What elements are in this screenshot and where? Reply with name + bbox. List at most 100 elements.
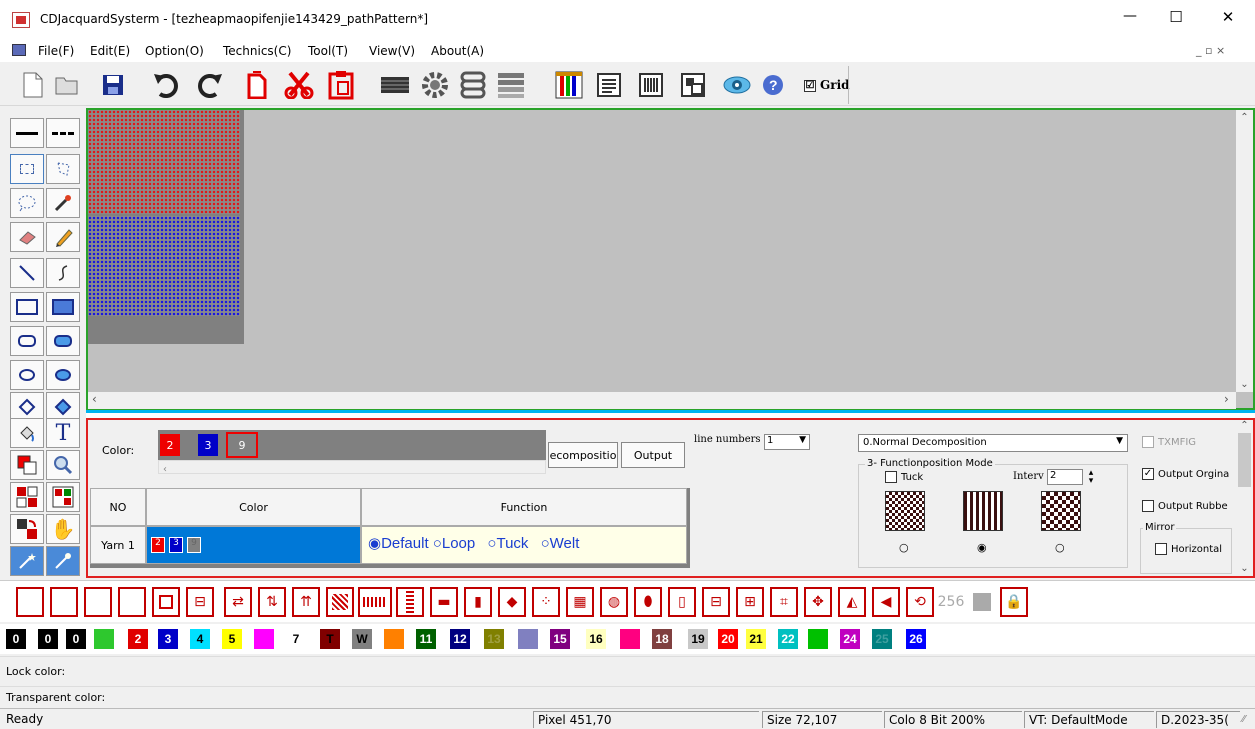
mirror-v-op-icon[interactable]: ◭: [838, 587, 866, 617]
palette-color-swatch[interactable]: 20: [718, 629, 738, 649]
palette-color-swatch[interactable]: 11: [416, 629, 436, 649]
menu-item-option[interactable]: Option(O): [145, 44, 204, 58]
scatter-op-icon[interactable]: ⁘: [532, 587, 560, 617]
solid-line-tool-icon[interactable]: [10, 118, 44, 148]
palette-color-swatch[interactable]: 10: [384, 629, 404, 649]
canvas-vertical-scrollbar[interactable]: ⌃ ⌄: [1236, 110, 1253, 392]
mdi-controls[interactable]: _ ▫ ×: [1196, 44, 1225, 57]
palette-color-swatch[interactable]: 25: [872, 629, 892, 649]
pattern-canvas[interactable]: [88, 110, 244, 344]
grid-checkbox[interactable]: ☑ Grid: [804, 78, 850, 92]
yarn-row-color[interactable]: 2 3 9: [146, 526, 361, 564]
palette-color-swatch[interactable]: 0: [6, 629, 26, 649]
decomposition-mode-select[interactable]: 0.Normal Decomposition ▼: [858, 434, 1128, 452]
eraser-tool-icon[interactable]: [10, 222, 44, 252]
radio-empty-icon[interactable]: ○: [1055, 541, 1065, 554]
save-icon[interactable]: [96, 68, 130, 102]
color-chip[interactable]: 3: [198, 434, 218, 456]
palette-color-swatch[interactable]: 0: [38, 629, 58, 649]
palette-color-swatch[interactable]: 0: [66, 629, 86, 649]
crop-op-icon[interactable]: ⌗: [770, 587, 798, 617]
lock-op-icon[interactable]: 🔒: [1000, 587, 1028, 617]
palette-color-swatch[interactable]: 1: [94, 629, 114, 649]
chain-icon[interactable]: [456, 68, 490, 102]
zoom-magnifier-icon[interactable]: [46, 450, 80, 480]
small-rect-op-icon[interactable]: ▦: [566, 587, 594, 617]
pattern-fill-icon[interactable]: [378, 68, 412, 102]
palette-color-swatch[interactable]: W: [352, 629, 372, 649]
ellipse-op-icon[interactable]: ⬮: [634, 587, 662, 617]
rect-outline-op-icon[interactable]: [118, 587, 146, 617]
stack-layers-icon[interactable]: [968, 587, 996, 617]
palette-color-swatch[interactable]: 23: [808, 629, 828, 649]
panel-splitter[interactable]: [86, 410, 1255, 418]
radio-tuck[interactable]: ○Tuck: [487, 535, 528, 552]
arrow-left-op-icon[interactable]: ◀: [872, 587, 900, 617]
color-chip-selected[interactable]: 9: [226, 432, 258, 458]
palette-color-swatch[interactable]: 5: [222, 629, 242, 649]
hand-pan-tool-icon[interactable]: ✋: [46, 514, 80, 544]
barcode-icon[interactable]: [634, 68, 668, 102]
scroll-right-icon[interactable]: ›: [1224, 392, 1229, 406]
rect-inner-op-icon[interactable]: [152, 587, 180, 617]
color-chip[interactable]: 2: [160, 434, 180, 456]
horizontal-line-op-icon[interactable]: ▬: [430, 587, 458, 617]
palette-color-swatch[interactable]: 24: [840, 629, 860, 649]
interval-input[interactable]: 2: [1047, 469, 1083, 485]
palette-color-swatch[interactable]: 19: [688, 629, 708, 649]
panel-vertical-scrollbar[interactable]: ⌃ ⌄: [1236, 420, 1253, 576]
rect-select-tool-icon[interactable]: [10, 154, 44, 184]
stripes-icon[interactable]: [494, 68, 528, 102]
menu-item-about[interactable]: About(A): [431, 44, 484, 58]
text-tool-icon[interactable]: T: [46, 418, 80, 448]
palette-color-swatch[interactable]: 15: [550, 629, 570, 649]
diamond-op-icon[interactable]: ◆: [498, 587, 526, 617]
help-icon[interactable]: ?: [756, 68, 790, 102]
palette-color-swatch[interactable]: 18: [652, 629, 672, 649]
dashed-line-tool-icon[interactable]: [46, 118, 80, 148]
palette-color-swatch[interactable]: 3: [158, 629, 178, 649]
redo-icon[interactable]: [192, 68, 226, 102]
pattern-canvas-area[interactable]: ⌃ ⌄ ‹ ›: [86, 108, 1255, 410]
palette-color-swatch[interactable]: 16: [586, 629, 606, 649]
split-frame-op-icon[interactable]: ⊟: [702, 587, 730, 617]
circle-op-icon[interactable]: ◍: [600, 587, 628, 617]
palette-color-swatch[interactable]: T: [320, 629, 340, 649]
cross-frame-op-icon[interactable]: ⊞: [736, 587, 764, 617]
eye-preview-icon[interactable]: [720, 68, 754, 102]
scroll-thumb[interactable]: [1238, 433, 1251, 487]
open-folder-icon[interactable]: [50, 68, 84, 102]
loom-colors-icon[interactable]: [552, 68, 586, 102]
line-numbers-select[interactable]: 1 ▼: [764, 434, 810, 450]
rounded-rect-filled-tool-icon[interactable]: [46, 326, 80, 356]
fill-bucket-tool-icon[interactable]: [10, 418, 44, 448]
palette-color-swatch[interactable]: 6: [254, 629, 274, 649]
chip-strip-scrollbar[interactable]: ‹: [158, 460, 546, 475]
flip-h-op-icon[interactable]: ⇄: [224, 587, 252, 617]
pattern-transform-tool-icon[interactable]: [10, 482, 44, 512]
scroll-left-icon[interactable]: ‹: [163, 464, 167, 475]
menu-item-edit[interactable]: Edit(E): [90, 44, 130, 58]
pencil-tool-icon[interactable]: [46, 222, 80, 252]
palette-color-swatch[interactable]: 2: [128, 629, 148, 649]
palette-color-swatch[interactable]: 12: [450, 629, 470, 649]
scroll-down-icon[interactable]: ⌄: [1236, 379, 1253, 390]
menu-item-view[interactable]: View(V): [369, 44, 415, 58]
split-op-icon[interactable]: ⊟: [186, 587, 214, 617]
rounded-rect-outline-tool-icon[interactable]: [10, 326, 44, 356]
yarn-row-no[interactable]: Yarn 1: [90, 526, 146, 564]
rect-outline-op-icon[interactable]: [50, 587, 78, 617]
palette-color-swatch[interactable]: 7: [286, 629, 306, 649]
ellipse-outline-tool-icon[interactable]: [10, 360, 44, 390]
radio-checked-icon[interactable]: ◉: [977, 541, 987, 554]
rectangle-filled-tool-icon[interactable]: [46, 292, 80, 322]
pattern-rotate-tool-icon[interactable]: [10, 514, 44, 544]
canvas-horizontal-scrollbar[interactable]: ‹ ›: [88, 392, 1236, 409]
vertical-line-op-icon[interactable]: ▮: [464, 587, 492, 617]
rect-outline-op-icon[interactable]: [16, 587, 44, 617]
txmfig-checkbox[interactable]: TXMFIG: [1142, 436, 1196, 448]
lasso-tool-icon[interactable]: [10, 188, 44, 218]
curve-line-tool-icon[interactable]: [46, 258, 80, 288]
text-list-icon[interactable]: [592, 68, 626, 102]
menu-item-file[interactable]: File(F): [38, 44, 74, 58]
